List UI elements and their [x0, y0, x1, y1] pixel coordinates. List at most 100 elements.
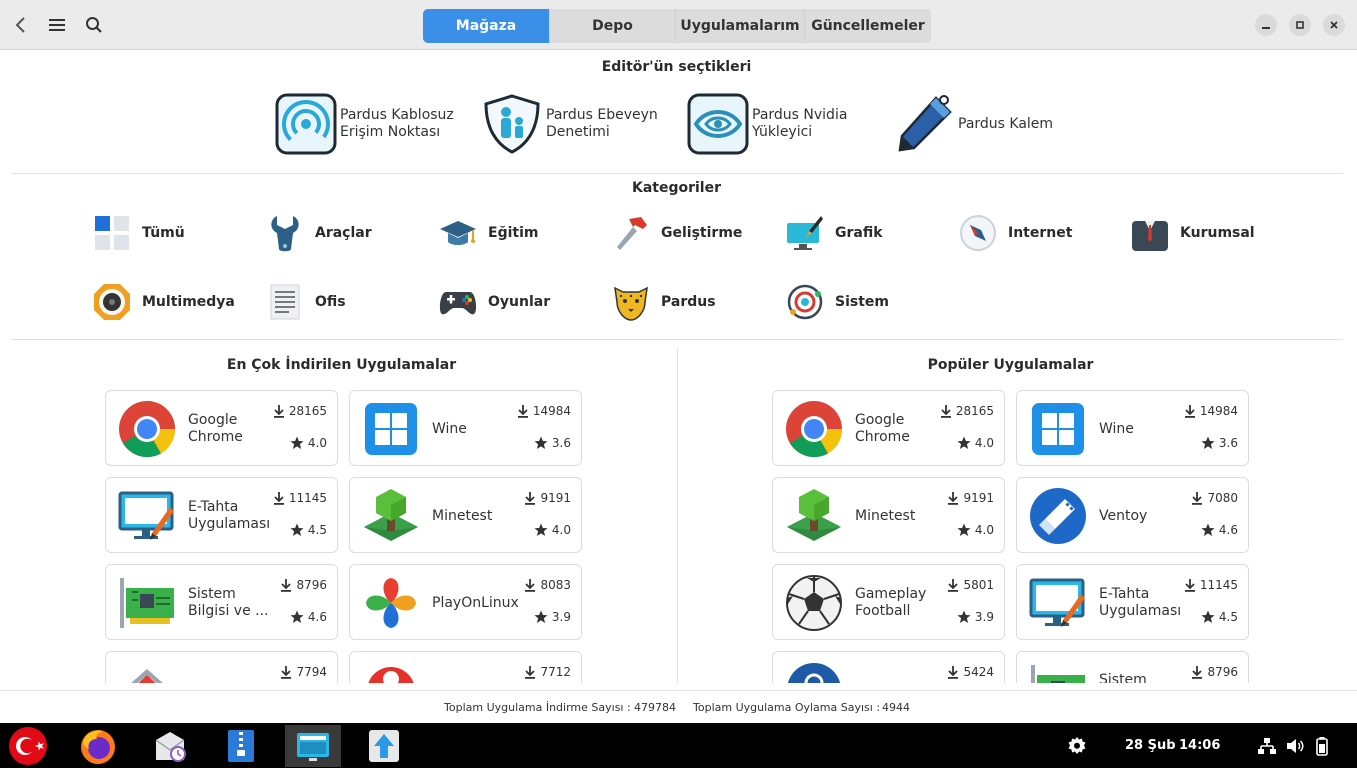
app-card-wine[interactable]: Wine 14984 3.6	[1016, 390, 1249, 466]
total-ratings-label: Toplam Uygulama Oylama Sayısı :	[693, 701, 881, 714]
settings-tray[interactable]	[1067, 723, 1087, 768]
paint-monitor-icon	[787, 216, 823, 250]
category-ofis[interactable]: Ofis	[265, 282, 346, 322]
app-card-wine[interactable]: Wine 14984 3.6	[349, 390, 582, 466]
taskbar-updater[interactable]	[356, 725, 412, 767]
download-count: 8796	[280, 578, 327, 592]
minetest-icon	[787, 489, 841, 541]
star-icon	[534, 610, 548, 623]
clock-time[interactable]: 14:06	[1179, 738, 1220, 753]
category-label: Ofis	[315, 294, 346, 310]
app-store-icon	[297, 733, 329, 761]
app-name: Wine	[432, 420, 467, 437]
back-button[interactable]	[8, 12, 34, 38]
app-name: E-Tahta Uygulaması	[188, 499, 271, 532]
category-pardus[interactable]: Pardus	[611, 282, 716, 322]
battery-tray[interactable]	[1315, 723, 1329, 768]
minimize-button[interactable]	[1255, 14, 1277, 36]
start-menu-button[interactable]	[0, 725, 56, 767]
app-card-gameplay-football[interactable]: Gameplay Football 5801 3.9	[772, 564, 1005, 640]
app-card-minetest[interactable]: Minetest 9191 4.0	[349, 477, 582, 553]
category-multimedya[interactable]: Multimedya	[92, 282, 235, 322]
popular-list[interactable]: Google Chrome 28165 4.0 Wine 14984 3.6 M…	[767, 388, 1257, 683]
category-gelistirme[interactable]: Geliştirme	[611, 213, 742, 253]
circuit-board-icon	[1031, 665, 1085, 683]
divider	[11, 173, 1343, 174]
menu-button[interactable]	[44, 12, 70, 38]
system-ring-icon	[787, 284, 823, 320]
editor-pick-nvidia[interactable]: Pardus Nvidia Yükleyici	[686, 92, 847, 156]
close-button[interactable]	[1323, 14, 1345, 36]
taskbar-firefox[interactable]	[70, 725, 126, 767]
editor-pick-parental[interactable]: Pardus Ebeveyn Denetimi	[480, 92, 658, 156]
star-icon	[290, 610, 304, 623]
leopard-icon	[614, 286, 648, 321]
star-icon	[290, 523, 304, 536]
category-label: Araçlar	[315, 225, 372, 241]
popular-title: Popüler Uygulamalar	[927, 357, 1094, 373]
category-label: Oyunlar	[488, 294, 551, 310]
category-araclar[interactable]: Araçlar	[265, 213, 372, 253]
download-icon	[281, 666, 292, 679]
chrome-icon	[119, 401, 176, 458]
gear-icon	[1068, 736, 1086, 754]
network-tray[interactable]	[1257, 723, 1277, 768]
nvidia-eye-icon	[687, 93, 749, 155]
tab-uygulamalarim[interactable]: Uygulamalarım	[676, 9, 805, 43]
app-name: PlayOnLinux	[432, 594, 519, 611]
tab-magaza[interactable]: Mağaza	[423, 9, 550, 43]
most-downloaded-list[interactable]: Google Chrome 28165 4.0 Wine 14984 3.6 E…	[100, 388, 590, 683]
app-card-chrome[interactable]: Google Chrome 28165 4.0	[772, 390, 1005, 466]
category-grafik[interactable]: Grafik	[785, 213, 883, 253]
category-kurumsal[interactable]: Kurumsal	[1130, 213, 1255, 253]
app-card-sistem[interactable]: Sistem 8796	[1016, 651, 1249, 683]
search-button[interactable]	[81, 12, 107, 38]
tab-depo[interactable]: Depo	[550, 9, 676, 43]
download-count: 8083	[524, 578, 571, 592]
download-icon	[940, 405, 951, 418]
download-count: 11145	[1184, 578, 1238, 592]
battery-icon	[1316, 736, 1328, 756]
app-card-minetest[interactable]: Minetest 9191 4.0	[772, 477, 1005, 553]
graduation-cap-icon	[440, 221, 476, 245]
app-card-etahta[interactable]: E-Tahta Uygulaması 11145 4.5	[1016, 564, 1249, 640]
total-ratings-value: 4944	[882, 701, 910, 714]
parental-shield-icon	[484, 94, 540, 154]
download-count: 7712	[524, 665, 571, 679]
gamepad-icon	[439, 292, 477, 315]
app-card-chrome[interactable]: Google Chrome 28165 4.0	[105, 390, 338, 466]
app-card-partial[interactable]: 7794	[105, 651, 338, 683]
editor-pick-kalem[interactable]: Pardus Kalem	[892, 92, 1053, 156]
taskbar-mail-scheduler[interactable]	[142, 725, 198, 767]
app-card-partial[interactable]: 7712	[349, 651, 582, 683]
app-card-ventoy[interactable]: Ventoy 7080 4.6	[1016, 477, 1249, 553]
download-icon	[1192, 666, 1203, 679]
editor-pick-hotspot[interactable]: Pardus Kablosuz Erişim Noktası	[274, 92, 454, 156]
category-tumu[interactable]: Tümü	[92, 213, 185, 253]
app-card-partial[interactable]: 5424	[772, 651, 1005, 683]
grid-icon	[95, 216, 129, 250]
download-icon	[517, 405, 528, 418]
rating: 4.0	[534, 523, 571, 537]
category-sistem[interactable]: Sistem	[785, 282, 889, 322]
app-card-sistem-bilgisi[interactable]: Sistem Bilgisi ve ... 8796 4.6	[105, 564, 338, 640]
wrench-icon	[271, 216, 299, 252]
maximize-button[interactable]	[1289, 14, 1311, 36]
wifi-hotspot-icon	[275, 93, 337, 155]
minetest-icon	[364, 489, 418, 541]
taskbar-app-store[interactable]	[285, 725, 341, 767]
app-card-playonlinux[interactable]: PlayOnLinux 8083 3.9	[349, 564, 582, 640]
star-icon	[290, 436, 304, 449]
category-egitim[interactable]: Eğitim	[438, 213, 538, 253]
app-name: E-Tahta Uygulaması	[1099, 586, 1182, 619]
clock-date[interactable]: 28 Şub	[1125, 738, 1176, 753]
blue-circle-icon	[787, 663, 841, 683]
category-internet[interactable]: Internet	[958, 213, 1072, 253]
volume-tray[interactable]	[1285, 723, 1305, 768]
app-card-etahta[interactable]: E-Tahta Uygulaması 11145 4.5	[105, 477, 338, 553]
category-oyunlar[interactable]: Oyunlar	[438, 282, 550, 322]
tab-guncellemeler[interactable]: Güncellemeler	[805, 9, 931, 43]
taskbar-archive[interactable]	[213, 725, 269, 767]
star-icon	[957, 523, 971, 536]
most-downloaded-title: En Çok İndirilen Uygulamalar	[226, 357, 457, 373]
